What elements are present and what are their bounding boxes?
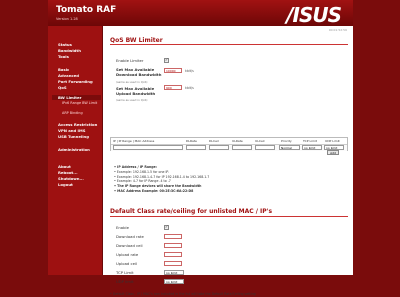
col-udp: UDP Limit [325, 139, 340, 143]
dl-ceil-input[interactable] [164, 243, 182, 248]
dl-rate-input[interactable] [164, 234, 182, 239]
app-version: Version 1.28 [56, 17, 78, 21]
default-tcp-select[interactable]: no limit [164, 270, 184, 275]
sidebar-item-advanced[interactable]: Advanced [58, 73, 79, 78]
header: Tomato RAF Version 1.28 /ISUS [48, 0, 353, 27]
sidebar-item-bw-limiter[interactable]: BW Limiter [52, 95, 101, 100]
dlceil-input[interactable] [209, 145, 229, 150]
col-ip: IP | IP Range | MAC Address [113, 139, 155, 143]
sidebar-item-access-restriction[interactable]: Access Restriction [58, 122, 97, 127]
limiter-table: IP | IP Range | MAC Address DLRate DLCei… [110, 137, 348, 151]
download-bw-input[interactable]: 10000 [164, 68, 182, 73]
upload-bw-input[interactable]: 900 [164, 85, 182, 90]
note-item: MAC Address Example: 00:2E:3C:6A:22:D8 [114, 189, 209, 194]
tcp-limit-select[interactable]: no limit [302, 145, 322, 150]
ulrate-input[interactable] [232, 145, 252, 150]
sidebar-item-basic[interactable]: Basic [58, 67, 69, 72]
sidebar-item-usb[interactable]: USB Tunneling [58, 134, 89, 139]
ul-ceil-input[interactable] [164, 261, 182, 266]
footer-notes: Default Class - IP / MAC's non included … [110, 292, 256, 297]
tcp-limit-label: TCP Limit [116, 270, 134, 275]
dl-ceil-label: Download ceil [116, 243, 143, 248]
download-bw-note: (same as used in QoS) [116, 80, 148, 84]
footer-note: Default Class - IP / MAC's non included … [110, 292, 256, 297]
sidebar-item-about[interactable]: About [58, 164, 71, 169]
download-unit: kbit/s [185, 69, 194, 73]
download-bw-label: Set Max Available Download Bandwidth [116, 67, 162, 77]
sidebar-item-arp-binding[interactable]: ARP Binding [62, 111, 83, 115]
col-dlrate: DLRate [186, 139, 197, 143]
sidebar-item-qos[interactable]: QoS [58, 85, 67, 90]
main-content: 00:01:52:56 QoS BW Limiter Enable Limite… [104, 26, 353, 296]
uptime: 00:01:52:56 [328, 28, 347, 32]
udp-limit-label: UDP limit [116, 279, 134, 284]
app-title: Tomato RAF [56, 5, 117, 15]
sidebar-item-tools[interactable]: Tools [58, 54, 69, 59]
notes-list: IP Address / IP Range: Example: 192.168.… [114, 165, 209, 194]
default-udp-select[interactable]: no limit [164, 279, 184, 284]
ulceil-input[interactable] [255, 145, 275, 150]
sidebar-item-shutdown[interactable]: Shutdown... [58, 176, 84, 181]
sidebar-item-logout[interactable]: Logout [58, 182, 73, 187]
divider [110, 216, 348, 217]
ul-ceil-label: Upload ceil [116, 261, 138, 266]
col-tcp: TCP Limit [303, 139, 317, 143]
section-title-default: Default Class rate/ceiling for unlisted … [110, 208, 273, 215]
section-title-qos: QoS BW Limiter [110, 37, 163, 44]
default-enable-label: Enable [116, 225, 129, 230]
ul-rate-input[interactable] [164, 252, 182, 257]
sidebar-item-status[interactable]: Status [58, 42, 72, 47]
upload-bw-note: (same as used in QoS) [116, 98, 148, 102]
default-enable-checkbox[interactable] [164, 224, 169, 230]
sidebar: Status Bandwidth Tools Basic Advanced Po… [48, 26, 103, 275]
ul-rate-label: Upload rate [116, 252, 139, 257]
sidebar-item-port-forwarding[interactable]: Port Forwarding [58, 79, 93, 84]
enable-limiter-checkbox[interactable] [164, 57, 169, 63]
asus-logo: /ISUS [286, 3, 342, 27]
col-dlceil: DLCeil [209, 139, 219, 143]
col-ulceil: ULCeil [255, 139, 265, 143]
sidebar-item-bandwidth[interactable]: Bandwidth [58, 48, 81, 53]
add-button[interactable]: Add [327, 150, 339, 155]
sidebar-item-administration[interactable]: Administration [58, 147, 90, 152]
sidebar-item-ipv6-range[interactable]: IPv6 Range BW Limit [62, 101, 97, 105]
ip-input[interactable] [113, 145, 183, 150]
sidebar-item-vpn[interactable]: VPN and IMS [58, 128, 85, 133]
enable-limiter-label: Enable Limiter [116, 58, 144, 63]
upload-unit: kbit/s [185, 86, 194, 90]
col-priority: Priority [281, 139, 292, 143]
priority-select[interactable]: Normal [279, 145, 300, 150]
dl-rate-label: Download rate [116, 234, 144, 239]
dlrate-input[interactable] [186, 145, 206, 150]
upload-bw-label: Set Max Available Upload Bandwidth [116, 86, 156, 96]
col-ulrate: ULRate [232, 139, 243, 143]
divider [110, 44, 348, 45]
sidebar-item-reboot[interactable]: Reboot... [58, 170, 78, 175]
